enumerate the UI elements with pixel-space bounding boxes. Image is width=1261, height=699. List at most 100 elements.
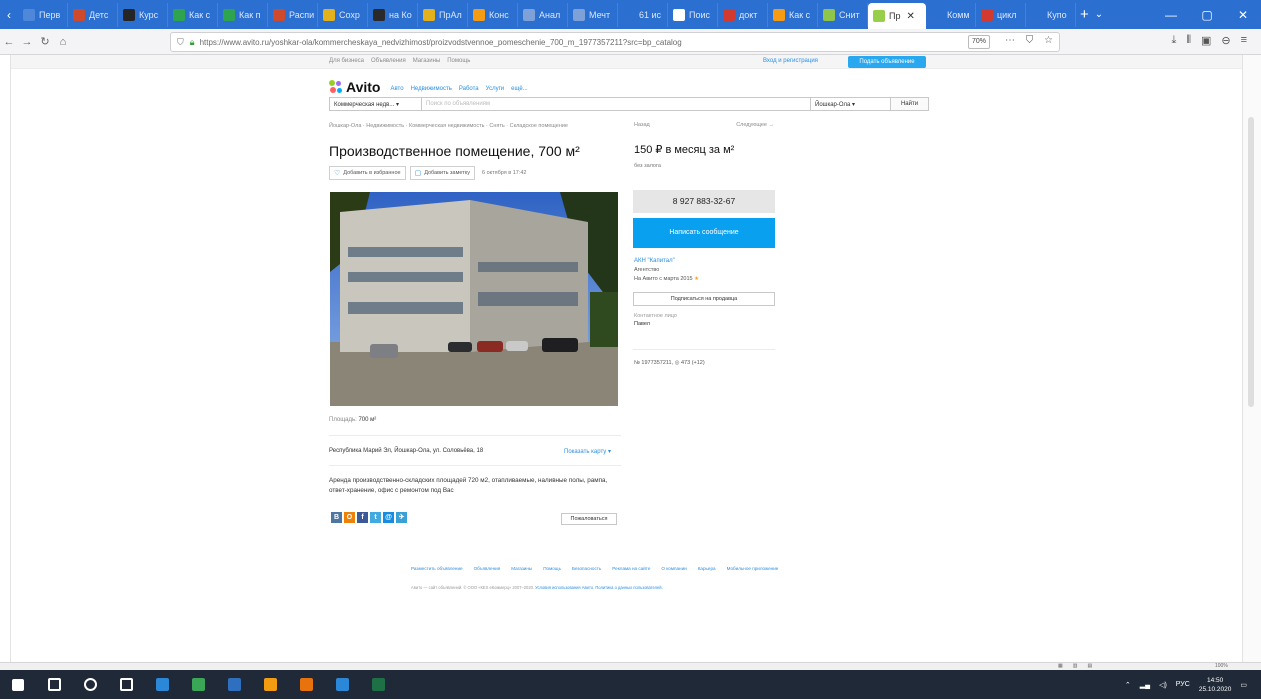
browser-tab[interactable]: Мечт: [568, 2, 618, 27]
taskbar-app5-icon[interactable]: [324, 670, 360, 699]
tray-chevron-icon[interactable]: ⌃: [1125, 681, 1131, 689]
page-actions[interactable]: ⋯ ⛉ ☆: [1005, 35, 1057, 46]
forward-icon[interactable]: →: [18, 36, 36, 48]
vertical-scrollbar[interactable]: [1243, 55, 1261, 662]
taskbar-search-icon[interactable]: [36, 670, 72, 699]
avito-logo-icon[interactable]: [329, 80, 343, 94]
browser-tab[interactable]: Курс: [118, 2, 168, 27]
category-link[interactable]: Недвижимость: [411, 86, 452, 92]
footer-link[interactable]: О компании: [661, 566, 686, 571]
top-nav-link[interactable]: Для бизнеса: [329, 58, 364, 64]
back-icon[interactable]: ←: [0, 36, 18, 48]
volume-icon[interactable]: ◁): [1159, 681, 1167, 689]
browser-tab[interactable]: Сохр: [318, 2, 368, 27]
tab-list-chevron-icon[interactable]: ⌄: [1095, 9, 1103, 20]
city-select[interactable]: Йошкар-Ола ▾: [810, 98, 890, 110]
write-message-button[interactable]: Написать сообщение: [633, 218, 775, 248]
listing-photo[interactable]: [330, 192, 618, 406]
tab-close-icon[interactable]: ✕: [906, 11, 914, 22]
share-icon[interactable]: f: [357, 512, 368, 523]
account-icon[interactable]: ⊖: [1221, 34, 1230, 47]
browser-tab[interactable]: на Ко: [368, 2, 418, 27]
subscribe-seller-button[interactable]: Подписаться на продавца: [633, 292, 775, 306]
top-nav-link[interactable]: Помощь: [447, 58, 470, 64]
browser-tab[interactable]: Комм: [926, 2, 976, 27]
taskbar-app3-icon[interactable]: [216, 670, 252, 699]
share-icon[interactable]: ✈: [396, 512, 407, 523]
browser-tab[interactable]: Снит: [818, 2, 868, 27]
category-link[interactable]: Работа: [459, 86, 479, 92]
footer-link[interactable]: Объявления: [474, 566, 501, 571]
address-bar[interactable]: ⛉ 🔒︎ https://www.avito.ru/yoshkar-ola/ko…: [170, 32, 1060, 52]
language-indicator[interactable]: РУС: [1176, 681, 1190, 688]
browser-tab[interactable]: Анал: [518, 2, 568, 27]
browser-tab[interactable]: Конс: [468, 2, 518, 27]
share-icon[interactable]: В: [331, 512, 342, 523]
seller-name-link[interactable]: АКН "Капитал": [634, 258, 675, 264]
taskbar-start-icon[interactable]: [0, 670, 36, 699]
top-nav-link[interactable]: Объявления: [371, 58, 406, 64]
footer-link[interactable]: Безопасность: [572, 566, 601, 571]
taskbar-taskview-icon[interactable]: [108, 670, 144, 699]
search-input[interactable]: Поиск по объявлениям: [422, 98, 810, 110]
share-icon[interactable]: t: [370, 512, 381, 523]
home-icon[interactable]: ⌂: [54, 36, 72, 48]
footer-link[interactable]: Помощь: [543, 566, 561, 571]
browser-tab[interactable]: Детс: [68, 2, 118, 27]
browser-tab[interactable]: Распи: [268, 2, 318, 27]
show-phone-button[interactable]: 8 927 883-32-67: [633, 190, 775, 213]
post-ad-button[interactable]: Подать объявление: [848, 56, 926, 68]
breadcrumb[interactable]: Йошкар-Ола · Недвижимость · Коммерческая…: [329, 122, 599, 130]
browser-tab[interactable]: Как п: [218, 2, 268, 27]
notifications-icon[interactable]: ▭: [1240, 681, 1247, 689]
reload-icon[interactable]: ↻: [36, 35, 54, 48]
browser-tab[interactable]: Как с: [168, 2, 218, 27]
footer-link[interactable]: Реклама на сайте: [612, 566, 650, 571]
top-nav-link[interactable]: Магазины: [413, 58, 440, 64]
share-icon[interactable]: @: [383, 512, 394, 523]
category-link[interactable]: Услуги: [486, 86, 504, 92]
browser-tab[interactable]: Как с: [768, 2, 818, 27]
taskbar-firefox-icon[interactable]: [288, 670, 324, 699]
library-icon[interactable]: ⫴: [1186, 34, 1191, 47]
browser-tab[interactable]: Купо: [1026, 2, 1076, 27]
tab-scroll-left-icon[interactable]: ‹: [0, 8, 18, 22]
add-favorite-button[interactable]: ♡ Добавить в избранное: [329, 166, 406, 180]
footer-link[interactable]: Разместить объявление: [411, 566, 463, 571]
next-link[interactable]: Следующее →: [736, 122, 774, 128]
browser-tab[interactable]: 61 ис: [618, 2, 668, 27]
downloads-icon[interactable]: ⤓: [1171, 34, 1176, 47]
browser-tab[interactable]: цикл: [976, 2, 1026, 27]
minimize-icon[interactable]: —: [1153, 8, 1189, 22]
browser-tab[interactable]: ПрАл: [418, 2, 468, 27]
search-button[interactable]: Найти: [890, 98, 928, 110]
browser-tab[interactable]: Поис: [668, 2, 718, 27]
taskbar-excel-icon[interactable]: [360, 670, 396, 699]
browser-tab[interactable]: Перв: [18, 2, 68, 27]
category-select[interactable]: Коммерческая недв... ▾: [330, 98, 422, 110]
footer-link[interactable]: Карьера: [698, 566, 716, 571]
complain-button[interactable]: Пожаловаться: [561, 513, 617, 525]
browser-tab[interactable]: докт: [718, 2, 768, 27]
menu-icon[interactable]: ≡: [1241, 34, 1247, 47]
zoom-indicator[interactable]: 70%: [968, 35, 990, 49]
share-icon[interactable]: О: [344, 512, 355, 523]
back-link[interactable]: Назад: [634, 122, 650, 128]
category-link[interactable]: Авто: [390, 86, 403, 92]
taskbar-app2-icon[interactable]: [180, 670, 216, 699]
maximize-icon[interactable]: ▢: [1189, 8, 1225, 22]
new-tab-button[interactable]: +: [1080, 6, 1089, 23]
footer-legal-link[interactable]: Условия использования Авито. Политика о …: [535, 585, 663, 590]
sidebar-icon[interactable]: ▣: [1201, 34, 1211, 47]
category-link[interactable]: ещё...: [511, 86, 528, 92]
footer-link[interactable]: Мобильное приложение: [727, 566, 779, 571]
taskbar-app1-icon[interactable]: [144, 670, 180, 699]
footer-link[interactable]: Магазины: [511, 566, 532, 571]
scrollbar-thumb[interactable]: [1248, 117, 1254, 407]
clock[interactable]: 14:50 25.10.2020: [1199, 676, 1232, 694]
network-icon[interactable]: ▂▄: [1140, 681, 1150, 689]
add-note-button[interactable]: ▢ Добавить заметку: [409, 166, 475, 180]
close-icon[interactable]: ✕: [1225, 8, 1261, 22]
browser-tab[interactable]: Пр ✕: [868, 3, 926, 29]
avito-logo[interactable]: Avito: [346, 79, 380, 95]
